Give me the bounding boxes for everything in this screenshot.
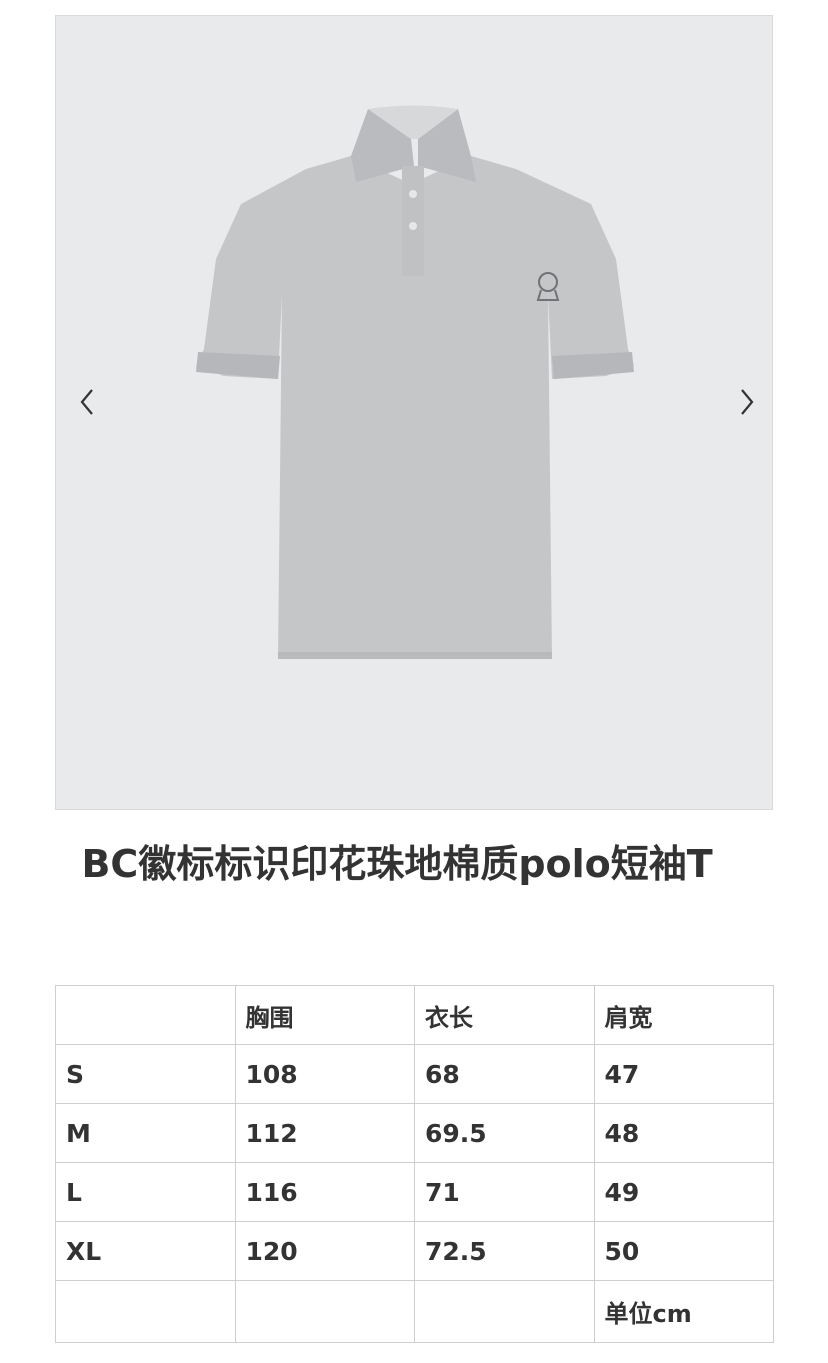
shoulder-cell: 50: [593, 1221, 774, 1281]
chevron-left-icon: [80, 389, 93, 415]
table-row: S 108 68 47: [55, 1044, 774, 1104]
placket: [402, 166, 424, 276]
length-cell: 69.5: [414, 1103, 595, 1163]
table-header-shoulder: 肩宽: [593, 985, 774, 1045]
hem: [278, 652, 552, 659]
empty-cell: [55, 1280, 236, 1343]
size-cell: S: [55, 1044, 236, 1104]
length-cell: 68: [414, 1044, 595, 1104]
unit-note: 单位cm: [593, 1280, 774, 1343]
size-cell: M: [55, 1103, 236, 1163]
table-unit-row: 单位cm: [55, 1280, 774, 1343]
chest-cell: 116: [234, 1162, 415, 1222]
length-cell: 72.5: [414, 1221, 595, 1281]
button: [409, 190, 417, 198]
table-header-length: 衣长: [414, 985, 595, 1045]
table-header-cell: [55, 985, 236, 1045]
table-row: M 112 69.5 48: [55, 1103, 774, 1163]
shoulder-cell: 47: [593, 1044, 774, 1104]
button: [409, 222, 417, 230]
table-row: XL 120 72.5 50: [55, 1221, 774, 1281]
table-row: L 116 71 49: [55, 1162, 774, 1222]
product-image: [196, 105, 634, 659]
size-chart-table: 胸围 衣长 肩宽 S 108 68 47 M 112 69.5 48 L 116…: [55, 985, 774, 1343]
empty-cell: [234, 1280, 415, 1343]
shoulder-cell: 49: [593, 1162, 774, 1222]
chest-cell: 120: [234, 1221, 415, 1281]
left-sleeve-cuff: [196, 352, 280, 379]
right-sleeve-cuff: [552, 352, 634, 379]
previous-image-button[interactable]: [72, 382, 102, 422]
shoulder-cell: 48: [593, 1103, 774, 1163]
size-cell: L: [55, 1162, 236, 1222]
chest-cell: 108: [234, 1044, 415, 1104]
chest-cell: 112: [234, 1103, 415, 1163]
size-cell: XL: [55, 1221, 236, 1281]
next-image-button[interactable]: [732, 382, 762, 422]
empty-cell: [414, 1280, 595, 1343]
table-header-chest: 胸围: [234, 985, 415, 1045]
length-cell: 71: [414, 1162, 595, 1222]
chevron-right-icon: [741, 389, 754, 415]
table-header-row: 胸围 衣长 肩宽: [55, 985, 774, 1045]
product-title: BC徽标标识印花珠地棉质polo短袖T: [55, 842, 713, 886]
product-image-gallery[interactable]: [55, 15, 773, 810]
